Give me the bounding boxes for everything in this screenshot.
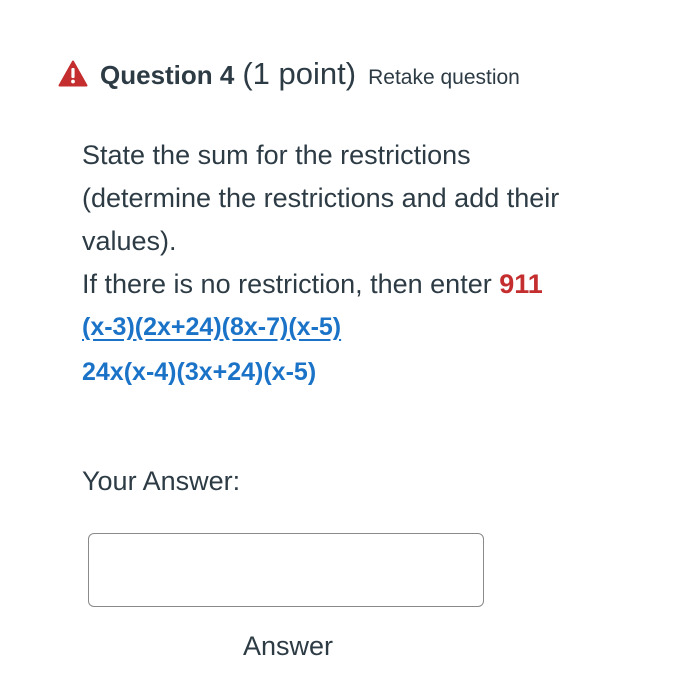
question-body: State the sum for the restrictions (dete… <box>82 134 642 391</box>
expression-numerator: (x-3)(2x+24)(8x-7)(x-5) <box>82 313 342 341</box>
answer-input[interactable] <box>88 533 484 607</box>
prompt-line-4: If there is no restriction, then enter 9… <box>82 263 642 306</box>
question-title: Question 4 <box>100 60 235 90</box>
no-restriction-number: 911 <box>499 269 543 299</box>
expression-denominator: 24x(x-4)(3x+24)(x-5) <box>82 358 317 386</box>
answer-button[interactable]: Answer <box>200 624 376 668</box>
warning-icon <box>58 60 88 87</box>
prompt-line-2: (determine the restrictions and add thei… <box>82 183 560 213</box>
prompt-line-4-text: If there is no restriction, then enter <box>82 269 500 299</box>
your-answer-label: Your Answer: <box>82 466 241 496</box>
prompt-line-1: State the sum for the restrictions <box>82 140 471 170</box>
prompt-line-3: values). <box>82 226 177 256</box>
question-points: (1 point) <box>242 56 357 91</box>
question-header: Question 4 (1 point) Retake question <box>58 56 520 92</box>
retake-question-link[interactable]: Retake question <box>368 66 520 90</box>
rational-expression: (x-3)(2x+24)(8x-7)(x-5) 24x(x-4)(3x+24)(… <box>82 306 642 391</box>
